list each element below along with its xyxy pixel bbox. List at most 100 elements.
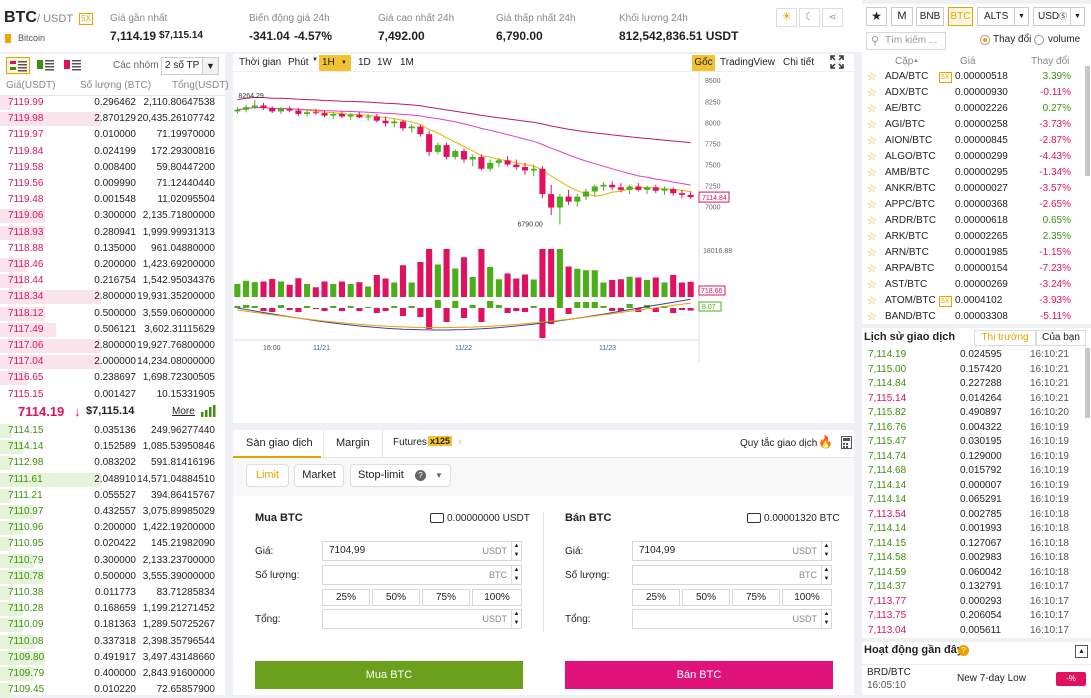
sell-pct-25[interactable]: 25%: [632, 589, 680, 606]
orderbook-row[interactable]: 7118.93 0.280941 1,999.99931313: [0, 225, 224, 241]
activity-pair[interactable]: BRD/BTC: [867, 667, 911, 678]
orderbook-row[interactable]: 7109.45 0.010220 72.65857900: [0, 682, 224, 698]
view-tradingview[interactable]: TradingView: [720, 55, 775, 71]
orderbook-row[interactable]: 7109.79 0.400000 2,843.91600000: [0, 666, 224, 682]
star-icon[interactable]: ☆: [867, 309, 877, 322]
orderbook-row[interactable]: 7118.46 0.200000 1,423.69200000: [0, 257, 224, 273]
tab-margin-m[interactable]: M: [891, 7, 913, 26]
buy-pct-50[interactable]: 50%: [372, 589, 420, 606]
unit-dropdown[interactable]: Phút: [288, 55, 309, 71]
share-icon[interactable]: ⋖: [822, 8, 843, 27]
star-icon[interactable]: ☆: [867, 85, 877, 101]
pair-row[interactable]: ☆ ARPA/BTC 0.00000154 -7.23%: [862, 261, 1084, 277]
order-type-stoplimit[interactable]: Stop-limit? ▼: [350, 464, 451, 487]
pair-row[interactable]: ☆ AE/BTC 0.00002226 0.27%: [862, 101, 1084, 117]
buy-pct-75[interactable]: 75%: [422, 589, 470, 606]
orderbook-row[interactable]: 7112.98 0.083202 591.81416196: [0, 455, 224, 471]
sell-pct-100[interactable]: 100%: [782, 589, 832, 606]
orderbook-row[interactable]: 7117.49 0.506121 3,602.31115629: [0, 322, 224, 338]
orderbook-row[interactable]: 7111.21 0.055527 394.86415767: [0, 488, 224, 504]
tab-futures[interactable]: Futures x125 ›: [393, 430, 465, 458]
tab-alts[interactable]: ALTS ▼: [977, 7, 1029, 26]
buy-pct-100[interactable]: 100%: [472, 589, 522, 606]
star-icon[interactable]: ☆: [867, 245, 877, 261]
orderbook-row[interactable]: 7117.04 2.000000 14,234.08000000: [0, 354, 224, 370]
tab-btc[interactable]: BTC: [948, 7, 973, 26]
star-icon[interactable]: ☆: [867, 149, 877, 165]
more-link[interactable]: More: [172, 406, 195, 417]
tab-bnb[interactable]: BNB: [916, 7, 944, 26]
orderbook-row[interactable]: 7118.34 2.800000 19,931.35200000: [0, 289, 224, 305]
interval-1h[interactable]: 1H ▼: [319, 55, 351, 71]
pair-row[interactable]: ☆ AMB/BTC 0.00000295 -1.34%: [862, 165, 1084, 181]
tab-usd[interactable]: USDⓈ ▼: [1033, 7, 1085, 26]
orderbook-row[interactable]: 7117.06 2.800000 19,927.76800000: [0, 338, 224, 354]
orderbook-row[interactable]: 7110.09 0.181363 1,289.50725267: [0, 617, 224, 633]
buy-pct-25[interactable]: 25%: [322, 589, 370, 606]
buy-total-input[interactable]: USDT ▲ ▼: [322, 609, 522, 629]
star-icon[interactable]: ☆: [867, 165, 877, 181]
tab-spot[interactable]: Sàn giao dịch: [233, 430, 321, 458]
order-type-market[interactable]: Market: [294, 464, 344, 487]
pair-row[interactable]: ☆ ARDR/BTC 0.00000618 0.65%: [862, 213, 1084, 229]
view-both-icon[interactable]: [6, 57, 30, 74]
pair-row[interactable]: ☆ ADA/BTC 5X 0.00000518 3.39%: [862, 69, 1084, 85]
orderbook-row[interactable]: 7119.98 2.870129 20,435.26107742: [0, 111, 224, 127]
star-icon[interactable]: ☆: [867, 229, 877, 245]
radio-volume[interactable]: [1034, 35, 1044, 45]
orderbook-row[interactable]: 7110.79 0.300000 2,133.23700000: [0, 553, 224, 569]
star-icon[interactable]: ☆: [867, 117, 877, 133]
buy-button[interactable]: Mua BTC: [255, 661, 523, 689]
sell-button[interactable]: Bán BTC: [565, 661, 833, 689]
buy-price-input[interactable]: 7104,99 USDT ▲ ▼: [322, 541, 522, 561]
orderbook-row[interactable]: 7110.96 0.200000 1,422.19200000: [0, 520, 224, 536]
orderbook-row[interactable]: 7118.88 0.135000 961.04880000: [0, 241, 224, 257]
sell-total-input[interactable]: USDT ▲ ▼: [632, 609, 832, 629]
tab-margin[interactable]: Margin: [323, 430, 383, 458]
buy-qty-input[interactable]: BTC ▲ ▼: [322, 565, 522, 585]
sell-price-input[interactable]: 7104,99 USDT ▲ ▼: [632, 541, 832, 561]
trading-rules-link[interactable]: Quy tắc giao dịch: [740, 438, 817, 449]
orderbook-row[interactable]: 7114.15 0.035136 249.96277440: [0, 423, 224, 439]
scrollbar[interactable]: [1085, 66, 1090, 176]
orderbook-row[interactable]: 7114.14 0.152589 1,085.53950846: [0, 439, 224, 455]
orderbook-row[interactable]: 7110.08 0.337318 2,398.35796544: [0, 634, 224, 650]
fullscreen-icon[interactable]: [830, 55, 844, 72]
scrollbar[interactable]: [1085, 348, 1090, 418]
pair-row[interactable]: ☆ AGI/BTC 0.00000258 -3.73%: [862, 117, 1084, 133]
radio-change[interactable]: [980, 35, 990, 45]
orderbook-row[interactable]: 7119.58 0.008400 59.80447200: [0, 160, 224, 176]
orderbook-row[interactable]: 7110.78 0.500000 3,555.39000000: [0, 569, 224, 585]
view-original[interactable]: Gốc: [692, 55, 715, 71]
tab-my-trades[interactable]: Của bạn: [1036, 330, 1086, 346]
view-details[interactable]: Chi tiết: [783, 55, 814, 71]
order-type-limit[interactable]: Limit: [246, 464, 289, 487]
symbol[interactable]: BTC: [4, 9, 37, 27]
view-bids-icon[interactable]: [34, 57, 58, 74]
sell-pct-50[interactable]: 50%: [682, 589, 730, 606]
orderbook-row[interactable]: 7119.84 0.024199 172.29300816: [0, 144, 224, 160]
star-icon[interactable]: ☆: [867, 213, 877, 229]
help-icon[interactable]: ?: [958, 645, 969, 656]
star-icon[interactable]: ☆: [867, 101, 877, 117]
sun-icon[interactable]: ☀: [776, 8, 797, 27]
sell-pct-75[interactable]: 75%: [732, 589, 780, 606]
price-chart[interactable]: 8500 8250 8000 7750 7500 7250 7000 8264.29 6790.…: [233, 72, 854, 423]
orderbook-row[interactable]: 7110.95 0.020422 145.21982090: [0, 536, 224, 552]
orderbook-row[interactable]: 7119.99 0.296462 2,110.80647538: [0, 95, 224, 111]
orderbook-row[interactable]: 7118.44 0.216754 1,542.95034376: [0, 273, 224, 289]
orderbook-row[interactable]: 7111.61 2.048910 14,571.04884510: [0, 472, 224, 488]
star-icon[interactable]: ☆: [867, 69, 877, 85]
pair-row[interactable]: ☆ APPC/BTC 0.00000368 -2.65%: [862, 197, 1084, 213]
search-input[interactable]: ⚲ Tìm kiếm ...: [866, 32, 946, 50]
orderbook-row[interactable]: 7116.65 0.238697 1,698.72300505: [0, 370, 224, 386]
col-pair[interactable]: Cặp: [895, 56, 913, 67]
group-select[interactable]: 2 số TP ▼: [161, 57, 219, 75]
pair-row[interactable]: ☆ ALGO/BTC 0.00000299 -4.43%: [862, 149, 1084, 165]
star-icon[interactable]: ☆: [867, 197, 877, 213]
orderbook-row[interactable]: 7110.97 0.432557 3,075.89985029: [0, 504, 224, 520]
interval-1d[interactable]: 1D: [358, 55, 371, 71]
star-icon[interactable]: ☆: [867, 277, 877, 293]
interval-1w[interactable]: 1W: [377, 55, 392, 71]
pair-row[interactable]: ☆ BAND/BTC 0.00003308 -5.11%: [862, 309, 1084, 322]
